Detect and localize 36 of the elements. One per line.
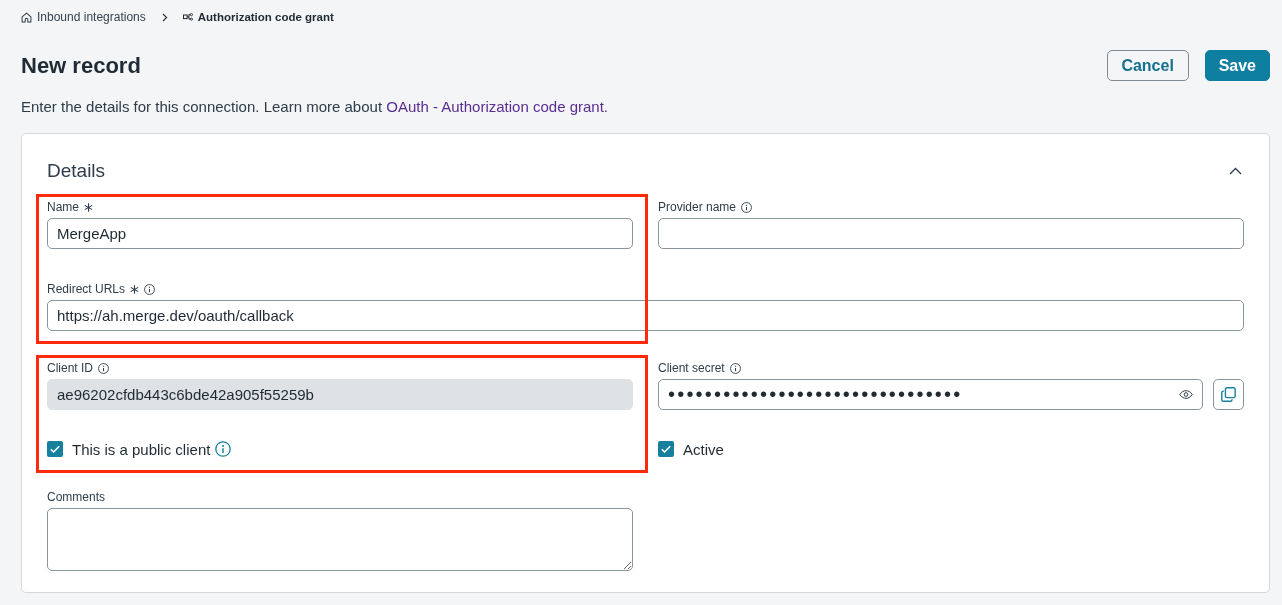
page-title: New record	[21, 51, 141, 80]
section-title: Details	[47, 159, 106, 183]
breadcrumb-current: Authorization code grant	[197, 11, 334, 23]
doc-link[interactable]: OAuth - Authorization code grant.	[386, 98, 609, 115]
info-icon[interactable]	[98, 362, 109, 374]
save-button[interactable]: Save	[1204, 50, 1270, 81]
copy-icon	[1221, 387, 1236, 402]
password-field[interactable]: ••••••••••••••••••••••••••••••••	[658, 379, 1203, 410]
field-label: Provider name	[658, 200, 737, 214]
info-icon[interactable]	[729, 362, 741, 374]
field-label: Redirect URLs	[47, 282, 126, 296]
cancel-button[interactable]: Cancel	[1106, 50, 1189, 81]
field-label: Client secret	[658, 361, 725, 375]
field-label: Client ID	[47, 361, 93, 375]
checkbox[interactable]	[658, 441, 674, 457]
home-icon	[21, 11, 32, 23]
text-field[interactable]: ae96202cfdb443c6bde42a905f55259b	[47, 379, 633, 410]
info-icon[interactable]	[144, 283, 156, 295]
field-label: Name	[47, 200, 79, 214]
text-field[interactable]	[658, 218, 1244, 249]
chevron-right-icon	[161, 12, 168, 22]
flow-nodes-icon	[182, 13, 193, 21]
info-icon[interactable]	[741, 201, 753, 213]
eye-icon[interactable]	[1179, 390, 1193, 399]
text-field[interactable]: https://ah.merge.dev/oauth/callback	[47, 300, 1244, 331]
comments-field[interactable]	[47, 508, 633, 571]
copy-button[interactable]	[1213, 379, 1244, 410]
checkbox[interactable]	[47, 441, 63, 457]
text-field[interactable]: MergeApp	[47, 218, 633, 249]
checkbox-label[interactable]: This is a public client	[72, 440, 211, 458]
field-label: Comments	[47, 490, 105, 504]
chevron-up-icon[interactable]	[1229, 167, 1242, 175]
breadcrumb-link[interactable]: Inbound integrations	[37, 10, 146, 24]
checkbox-label[interactable]: Active	[683, 440, 724, 458]
description-text: Enter the details for this connection. Learn more about OAuth - Authorization code grant.	[21, 98, 610, 116]
info-icon[interactable]	[215, 441, 232, 457]
